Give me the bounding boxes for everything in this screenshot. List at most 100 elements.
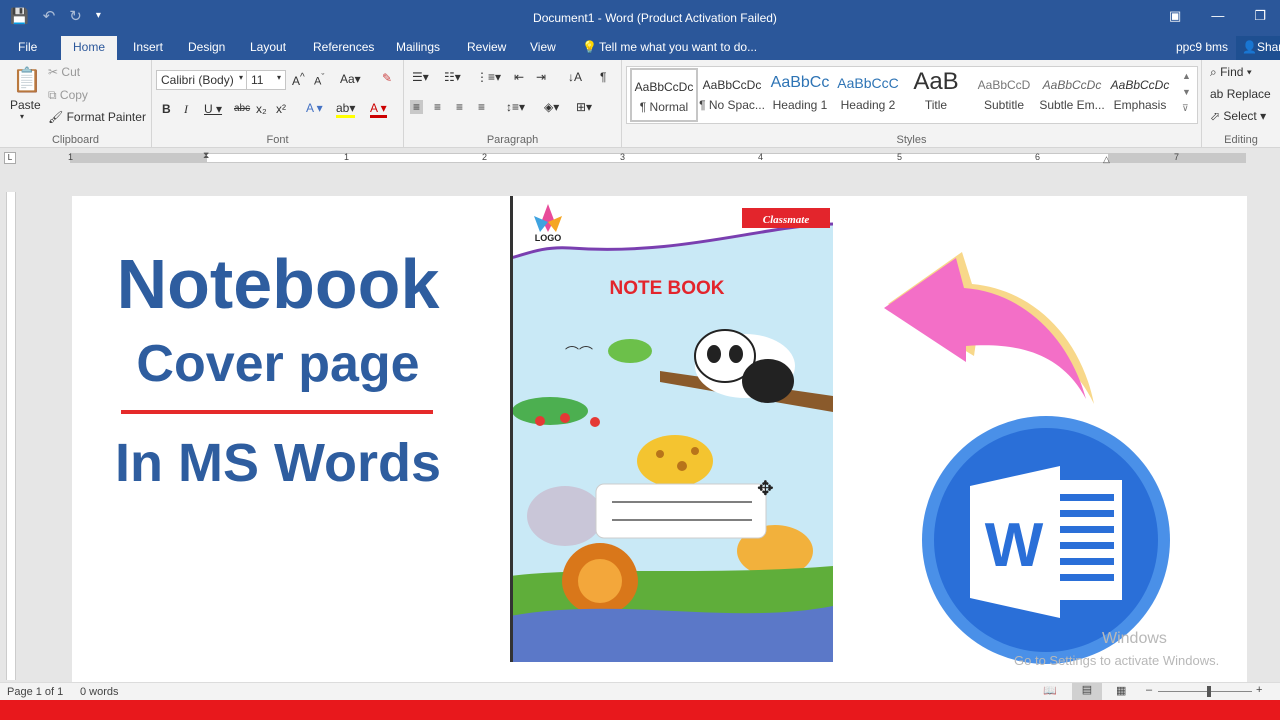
style-heading-2[interactable]: AaBbCcC Heading 2 (834, 68, 902, 122)
paragraph-group: ☰▾ ☷▾ ⋮≡▾ ⇤ ⇥ ↓A ¶ ≡ ≡ ≡ ≡ ↕≡▾ ◈▾ ⊞▾ Par… (404, 60, 622, 148)
word-logo-letter: W (985, 511, 1044, 580)
bullets-icon[interactable]: ☰▾ (412, 70, 429, 84)
cover-art: LOGO Classmate NOTE BOOK ⌒⌒ (510, 196, 833, 662)
horizontal-ruler[interactable]: L 1 1 2 3 4 5 6 7 ⧗ △ (0, 148, 1280, 168)
restore-icon[interactable]: ❐ (1254, 8, 1266, 24)
line-spacing-icon[interactable]: ↕≡▾ (506, 100, 525, 114)
tab-selector-icon[interactable]: L (4, 152, 16, 164)
read-mode-icon[interactable]: 📖 (1043, 684, 1057, 697)
web-layout-icon[interactable]: ▦ (1116, 684, 1126, 697)
tab-mailings[interactable]: Mailings (396, 40, 440, 54)
decrease-indent-icon[interactable]: ⇤ (514, 70, 524, 84)
borders-icon[interactable]: ⊞▾ (576, 100, 592, 114)
ribbon-display-options-icon[interactable]: ▣ (1169, 8, 1181, 24)
italic-icon[interactable]: I (184, 102, 188, 117)
window-controls: ▣ — ❐ (1169, 8, 1266, 24)
ruler-bar[interactable]: 1 1 2 3 4 5 6 7 (68, 152, 1246, 163)
style-emphasis[interactable]: AaBbCcDc Emphasis (1106, 68, 1174, 122)
font-name-select[interactable]: Calibri (Body) ▾ (156, 70, 248, 90)
font-label: Font (266, 134, 289, 146)
paste-icon[interactable]: 📋 (12, 66, 42, 95)
copy-button[interactable]: ⧉ Copy (48, 88, 88, 103)
styles-scroll-icons[interactable]: ▲ ▼ ⊽ (1182, 68, 1191, 116)
sort-icon[interactable]: ↓A (568, 70, 582, 84)
format-painter-button[interactable]: 🖌 Format Painter (48, 110, 146, 124)
ruler-number: 1 (68, 152, 74, 162)
share-button[interactable]: 👤Share (1236, 36, 1280, 60)
numbering-icon[interactable]: ☷▾ (444, 70, 461, 84)
highlight-icon[interactable]: ab▾ (336, 101, 356, 118)
tab-review[interactable]: Review (467, 40, 506, 54)
multilevel-list-icon[interactable]: ⋮≡▾ (476, 70, 501, 84)
tab-insert[interactable]: Insert (133, 40, 163, 54)
show-marks-icon[interactable]: ¶ (600, 70, 606, 84)
user-name[interactable]: ppc9 bms (1176, 40, 1228, 54)
tab-view[interactable]: View (530, 40, 556, 54)
align-left-icon[interactable]: ≡ (410, 100, 424, 114)
style-title[interactable]: AaB Title (902, 68, 970, 122)
print-layout-icon[interactable]: ▤ (1072, 683, 1102, 700)
ruler-number: 1 (344, 152, 350, 162)
tab-design[interactable]: Design (188, 40, 225, 54)
notebook-cover-image[interactable]: LOGO Classmate NOTE BOOK ⌒⌒ (510, 196, 833, 662)
right-indent-icon[interactable]: △ (1103, 154, 1110, 165)
strikethrough-icon[interactable]: abc (234, 103, 250, 114)
zoom-slider[interactable] (1158, 691, 1252, 692)
style-subtle-emphasis[interactable]: AaBbCcDc Subtle Em... (1038, 68, 1106, 122)
style-heading-1[interactable]: AaBbCc Heading 1 (766, 68, 834, 122)
cursor-icon: ⬀ (1210, 109, 1221, 123)
tab-layout[interactable]: Layout (250, 40, 286, 54)
find-button[interactable]: ⌕ Find ▾ (1210, 65, 1252, 80)
copy-icon: ⧉ (48, 88, 57, 102)
shading-icon[interactable]: ◈▾ (544, 100, 559, 114)
superscript-icon[interactable]: x² (276, 102, 286, 116)
justify-icon[interactable]: ≡ (478, 100, 485, 114)
page-count[interactable]: Page 1 of 1 (7, 686, 63, 698)
window-title: Document1 - Word (Product Activation Fai… (533, 11, 777, 25)
font-color-icon[interactable]: A ▾ (370, 101, 387, 118)
clear-formatting-icon[interactable]: ✎ (382, 71, 392, 85)
shrink-font-icon[interactable]: Aˇ (314, 72, 324, 88)
font-size-select[interactable]: 11 ▾ (246, 70, 286, 90)
replace-button[interactable]: ab Replace (1210, 87, 1271, 101)
birds-icon: ⌒⌒ (565, 345, 593, 361)
style-subtitle[interactable]: AaBbCcD Subtitle (970, 68, 1038, 122)
tab-file[interactable]: File (18, 40, 37, 54)
tab-references[interactable]: References (313, 40, 374, 54)
bold-icon[interactable]: B (162, 102, 171, 116)
minimize-icon[interactable]: — (1211, 8, 1224, 24)
ribbon: 📋 Paste ▾ ✂ Cut ⧉ Copy 🖌 Format Painter … (0, 60, 1280, 148)
indent-marker-icon[interactable]: ⧗ (203, 150, 209, 161)
word-count[interactable]: 0 words (80, 686, 119, 698)
paste-button[interactable]: Paste (10, 98, 41, 112)
tell-me-box[interactable]: Tell me what you want to do... (599, 40, 757, 54)
styles-label: Styles (896, 134, 927, 146)
clipboard-label: Clipboard (51, 134, 100, 146)
zoom-slider-thumb[interactable] (1207, 686, 1211, 697)
headline-in-ms-words: In MS Words (114, 433, 441, 493)
headline-cover-page: Cover page (136, 335, 420, 393)
align-right-icon[interactable]: ≡ (456, 100, 463, 114)
change-case-icon[interactable]: Aa▾ (340, 72, 361, 86)
increase-indent-icon[interactable]: ⇥ (536, 70, 546, 84)
cut-button[interactable]: ✂ Cut (48, 65, 80, 79)
style-no-spacing[interactable]: AaBbCcDc ¶ No Spac... (698, 68, 766, 122)
tab-home[interactable]: Home (61, 36, 118, 60)
paste-dropdown-icon[interactable]: ▾ (20, 112, 24, 121)
styles-group: AaBbCcDc ¶ Normal AaBbCcDc ¶ No Spac... Aa… (622, 60, 1202, 148)
red-divider (121, 410, 433, 414)
align-center-icon[interactable]: ≡ (434, 100, 441, 114)
subscript-icon[interactable]: x₂ (256, 102, 267, 116)
person-icon: 👤 (1242, 40, 1257, 54)
word-logo-icon: W (922, 416, 1170, 664)
ruler-number: 3 (620, 152, 626, 162)
zoom-out-icon[interactable]: – (1146, 684, 1152, 696)
zoom-in-icon[interactable]: + (1256, 684, 1262, 696)
replace-icon: ab (1210, 87, 1224, 101)
grow-font-icon[interactable]: A^ (292, 72, 305, 88)
underline-icon[interactable]: U ▾ (204, 102, 222, 116)
search-icon: ⌕ (1210, 65, 1217, 79)
text-effects-icon[interactable]: A ▾ (306, 101, 323, 115)
select-button[interactable]: ⬀ Select ▾ (1210, 109, 1266, 123)
style-normal[interactable]: AaBbCcDc ¶ Normal (630, 68, 698, 122)
